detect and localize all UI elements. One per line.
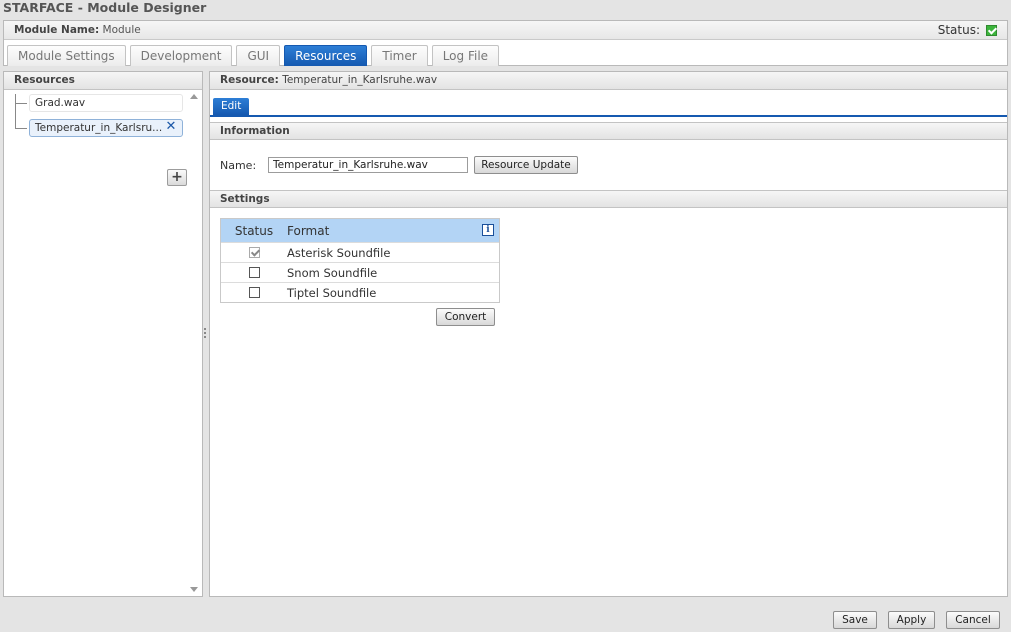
info-icon[interactable]: i	[482, 224, 494, 236]
tab-log-file[interactable]: Log File	[431, 45, 500, 66]
window-title: STARFACE - Module Designer	[3, 0, 207, 15]
panel-splitter-handle[interactable]	[204, 328, 207, 340]
resource-item-label[interactable]: Grad.wav	[29, 94, 183, 112]
resource-name-input[interactable]	[268, 157, 468, 173]
resources-panel: Resources Grad.wav Temperatur_in_Karlsru…	[3, 71, 203, 597]
format-checkbox-snom[interactable]	[248, 267, 260, 278]
resource-detail-panel: Resource: Temperatur_in_Karlsruhe.wav Ed…	[209, 71, 1008, 597]
tree-branch	[15, 128, 27, 129]
module-status: Status:	[938, 21, 997, 39]
resources-panel-title: Resources	[4, 72, 202, 90]
tab-module-settings[interactable]: Module Settings	[7, 45, 126, 66]
scroll-down-icon[interactable]	[190, 587, 198, 592]
delete-icon[interactable]: ✕	[164, 120, 178, 134]
format-checkbox-tiptel[interactable]	[248, 287, 260, 298]
plus-icon: +	[171, 169, 183, 185]
convert-button[interactable]: Convert	[436, 308, 495, 326]
table-row: Tiptel Soundfile	[221, 282, 499, 302]
cancel-button[interactable]: Cancel	[946, 611, 1000, 629]
add-resource-button[interactable]: +	[167, 169, 187, 186]
tree-branch	[15, 103, 27, 104]
resource-item-grad[interactable]: Grad.wav	[15, 94, 183, 112]
tab-timer[interactable]: Timer	[371, 45, 428, 66]
format-table: Status Format i Asterisk Soundfile Snom …	[220, 218, 500, 303]
module-name-value: Module	[102, 24, 141, 36]
resource-item-temperatur[interactable]: Temperatur_in_Karlsru... ✕	[15, 119, 183, 137]
save-button[interactable]: Save	[833, 611, 877, 629]
resource-title-label: Resource:	[220, 74, 279, 86]
resource-update-button[interactable]: Resource Update	[474, 156, 578, 174]
scroll-up-icon[interactable]	[190, 94, 198, 99]
column-format: Format	[287, 223, 330, 238]
apply-button[interactable]: Apply	[888, 611, 935, 629]
resource-title-value: Temperatur_in_Karlsruhe.wav	[282, 74, 438, 86]
format-label: Asterisk Soundfile	[287, 245, 391, 260]
module-name-row: Module Name: Module Status:	[4, 21, 1007, 40]
tab-resources[interactable]: Resources	[284, 45, 368, 66]
module-name-label: Module Name:	[14, 24, 100, 36]
format-label: Tiptel Soundfile	[287, 285, 377, 300]
resource-item-text: Temperatur_in_Karlsru...	[35, 122, 163, 134]
information-section-title: Information	[210, 122, 1007, 140]
table-row: Asterisk Soundfile	[221, 242, 499, 262]
format-checkbox-asterisk[interactable]	[248, 247, 260, 258]
column-status: Status	[234, 223, 274, 238]
format-label: Snom Soundfile	[287, 265, 378, 280]
name-label: Name:	[220, 159, 257, 172]
tab-underline	[210, 115, 1007, 117]
tab-gui[interactable]: GUI	[236, 45, 281, 66]
tab-development[interactable]: Development	[129, 45, 233, 66]
resource-title: Resource: Temperatur_in_Karlsruhe.wav	[210, 72, 1007, 90]
table-header: Status Format i	[221, 219, 499, 242]
resource-item-label[interactable]: Temperatur_in_Karlsru...	[29, 119, 183, 137]
status-label: Status:	[937, 23, 980, 37]
tab-edit[interactable]: Edit	[213, 98, 250, 115]
module-header: Module Name: Module Status: Module Setti…	[3, 20, 1008, 66]
table-row: Snom Soundfile	[221, 262, 499, 282]
resource-list-scrollbar[interactable]	[188, 92, 200, 596]
resource-tree: Grad.wav Temperatur_in_Karlsru... ✕ +	[12, 94, 190, 594]
main-tabs: Module Settings Development GUI Resource…	[7, 45, 500, 66]
settings-section-title: Settings	[210, 190, 1007, 208]
status-ok-icon	[986, 24, 997, 36]
